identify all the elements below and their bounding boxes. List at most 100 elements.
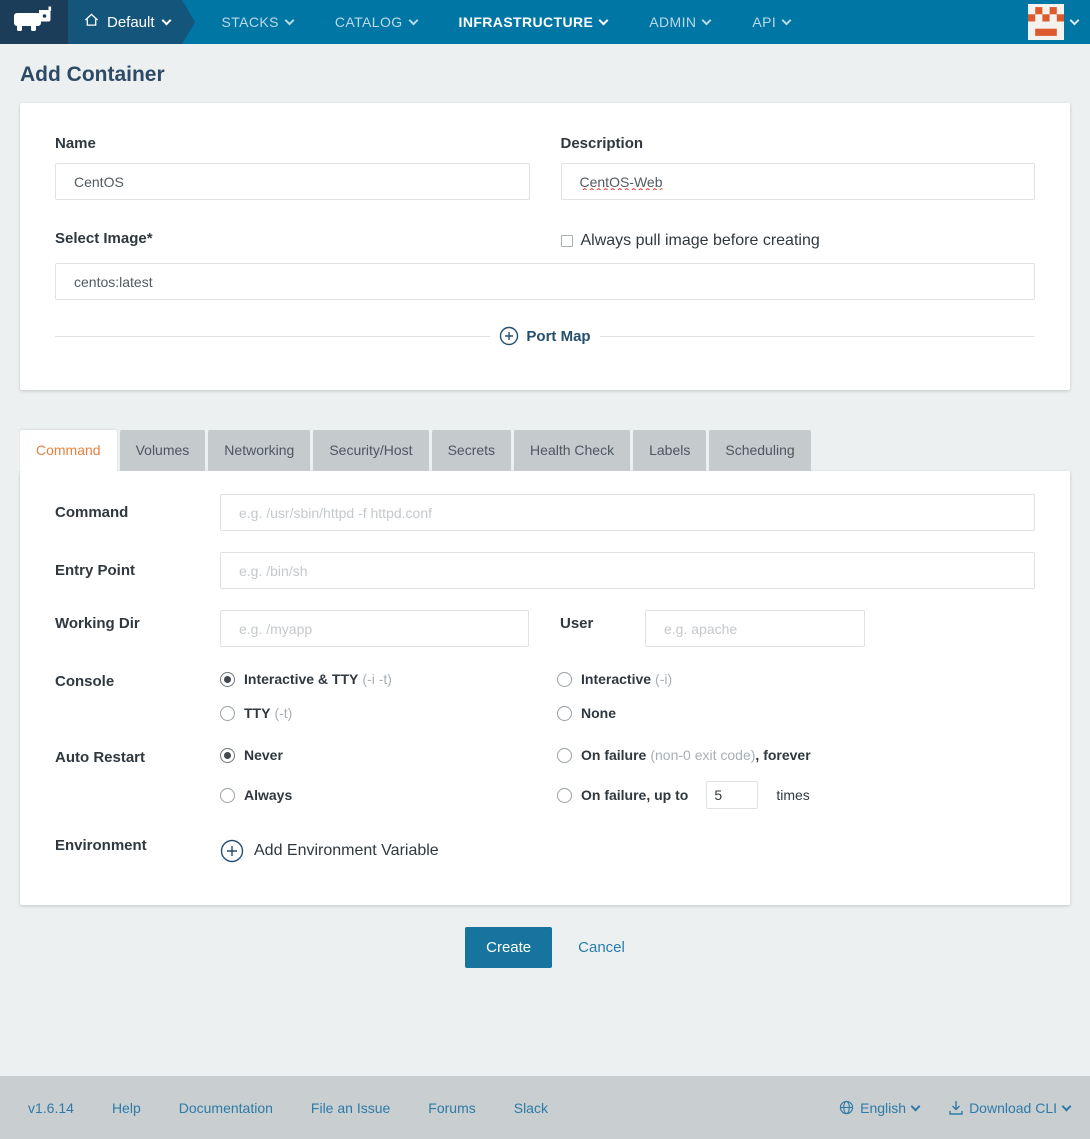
nav-item-api[interactable]: API <box>731 0 811 44</box>
chevron-down-icon <box>284 15 294 25</box>
auto-restart-label: Auto Restart <box>55 747 220 766</box>
command-label: Command <box>55 504 220 521</box>
image-input[interactable] <box>55 263 1035 300</box>
create-button[interactable]: Create <box>465 927 552 968</box>
radio-selected-icon[interactable] <box>220 672 235 687</box>
tab-scheduling[interactable]: Scheduling <box>709 430 810 471</box>
chevron-down-icon <box>161 15 171 25</box>
console-option-none[interactable]: None <box>557 705 1035 721</box>
working-dir-label: Working Dir <box>55 615 220 632</box>
radio-icon[interactable] <box>557 748 572 763</box>
tab-security-host[interactable]: Security/Host <box>313 430 428 471</box>
entry-point-input[interactable] <box>220 552 1035 589</box>
nav-menu: STACKS CATALOG INFRASTRUCTURE ADMIN API <box>201 0 812 44</box>
divider <box>55 336 490 337</box>
description-input[interactable] <box>561 163 1036 200</box>
name-label: Name <box>55 135 530 152</box>
chevron-down-icon <box>599 15 609 25</box>
environment-label: Environment <box>55 837 220 854</box>
name-field-group: Name <box>55 135 530 200</box>
footer-right: English Download CLI <box>839 1100 1070 1116</box>
globe-icon <box>839 1100 854 1115</box>
restart-option-always[interactable]: Always <box>220 787 557 803</box>
user-menu[interactable] <box>1028 0 1090 44</box>
description-field-group: Description <box>561 135 1036 200</box>
environment-arrow <box>182 0 195 44</box>
tab-secrets[interactable]: Secrets <box>432 430 511 471</box>
chevron-down-icon <box>782 15 792 25</box>
download-cli-menu[interactable]: Download CLI <box>949 1100 1070 1116</box>
tab-networking[interactable]: Networking <box>208 430 310 471</box>
page-title: Add Container <box>20 63 1070 87</box>
nav-item-stacks[interactable]: STACKS <box>201 0 314 44</box>
page-header: Add Container <box>0 44 1090 103</box>
auto-restart-options: Never On failure(non-0 exit code), forev… <box>220 747 1035 809</box>
plus-circle-icon <box>499 326 519 346</box>
description-label: Description <box>561 135 1036 152</box>
auto-restart-row: Auto Restart Never On failure(non-0 exit… <box>55 747 1035 809</box>
console-option-interactive-tty[interactable]: Interactive & TTY(-i -t) <box>220 671 557 687</box>
footer-links: v1.6.14 Help Documentation File an Issue… <box>20 1100 548 1116</box>
radio-icon[interactable] <box>557 788 572 803</box>
download-icon <box>949 1100 963 1115</box>
entry-point-row: Entry Point <box>55 552 1035 589</box>
nav-item-admin[interactable]: ADMIN <box>628 0 731 44</box>
console-option-tty[interactable]: TTY(-t) <box>220 705 557 721</box>
footer-link-help[interactable]: Help <box>112 1100 141 1116</box>
always-pull-checkbox-row[interactable]: Always pull image before creating <box>561 230 1036 250</box>
nav-item-catalog[interactable]: CATALOG <box>314 0 438 44</box>
rancher-cow-icon <box>13 6 55 38</box>
footer-link-file-an-issue[interactable]: File an Issue <box>311 1100 390 1116</box>
tab-labels[interactable]: Labels <box>633 430 706 471</box>
console-option-interactive[interactable]: Interactive(-i) <box>557 671 1035 687</box>
chevron-down-icon <box>911 1101 921 1111</box>
tab-volumes[interactable]: Volumes <box>120 430 206 471</box>
version-label: v1.6.14 <box>28 1100 74 1116</box>
tab-health-check[interactable]: Health Check <box>514 430 630 471</box>
divider <box>600 336 1035 337</box>
footer-link-slack[interactable]: Slack <box>514 1100 548 1116</box>
footer-link-forums[interactable]: Forums <box>428 1100 475 1116</box>
command-row: Command <box>55 494 1035 531</box>
always-pull-label: Always pull image before creating <box>581 232 820 250</box>
command-input[interactable] <box>220 494 1035 531</box>
radio-icon[interactable] <box>557 672 572 687</box>
home-icon <box>84 13 99 31</box>
add-environment-variable-button[interactable]: Add Environment Variable <box>220 839 1035 863</box>
cancel-link[interactable]: Cancel <box>578 939 625 956</box>
environment-selector[interactable]: Default <box>68 0 182 44</box>
user-avatar <box>1028 4 1064 40</box>
console-label: Console <box>55 671 220 690</box>
select-image-label: Select Image* <box>55 230 530 247</box>
restart-times-input[interactable] <box>706 781 758 809</box>
rancher-logo[interactable] <box>0 0 68 44</box>
always-pull-checkbox[interactable] <box>561 235 573 247</box>
section-tabs: Command Volumes Networking Security/Host… <box>20 430 1070 471</box>
working-dir-user-row: Working Dir User <box>55 610 1035 647</box>
radio-icon[interactable] <box>557 706 572 721</box>
name-input[interactable] <box>55 163 530 200</box>
user-input[interactable] <box>645 610 865 647</box>
language-selector[interactable]: English <box>839 1100 919 1116</box>
add-port-map-button[interactable]: Port Map <box>499 326 590 346</box>
radio-icon[interactable] <box>220 788 235 803</box>
chevron-down-icon <box>1070 15 1080 25</box>
restart-option-never[interactable]: Never <box>220 747 557 763</box>
nav-item-infrastructure[interactable]: INFRASTRUCTURE <box>438 0 629 44</box>
environment-name: Default <box>107 14 155 31</box>
console-row: Console Interactive & TTY(-i -t) Interac… <box>55 671 1035 721</box>
form-actions: Create Cancel <box>0 927 1090 968</box>
app-window: Default STACKS CATALOG INFRASTRUCTURE AD… <box>0 0 1090 1139</box>
restart-option-on-failure-forever[interactable]: On failure(non-0 exit code), forever <box>557 747 1035 763</box>
working-dir-input[interactable] <box>220 610 529 647</box>
container-basics-card: Name Description Select Image* Always pu… <box>20 103 1070 390</box>
port-map-row: Port Map <box>55 326 1035 346</box>
entry-point-label: Entry Point <box>55 562 220 579</box>
tab-command[interactable]: Command <box>20 430 117 471</box>
footer-link-documentation[interactable]: Documentation <box>179 1100 273 1116</box>
chevron-down-icon <box>408 15 418 25</box>
radio-selected-icon[interactable] <box>220 748 235 763</box>
console-options: Interactive & TTY(-i -t) Interactive(-i)… <box>220 671 1035 721</box>
radio-icon[interactable] <box>220 706 235 721</box>
restart-option-on-failure-times[interactable]: On failure, up to times <box>557 781 1035 809</box>
